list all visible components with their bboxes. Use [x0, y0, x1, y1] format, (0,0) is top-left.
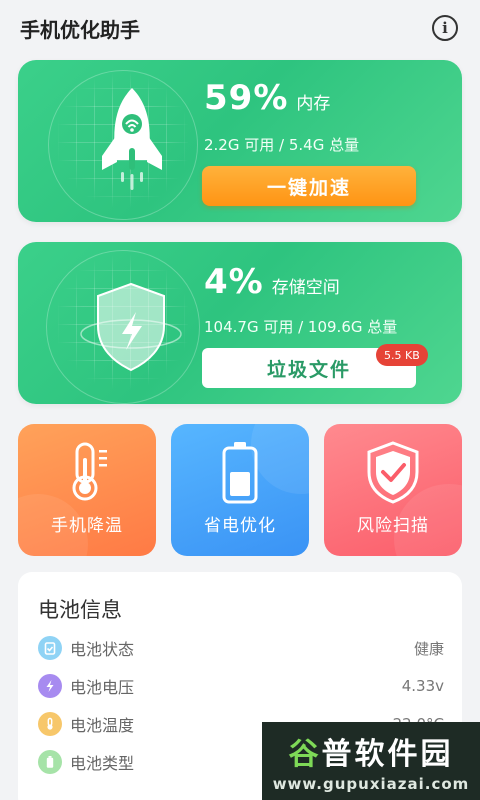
- junk-size-badge: 5.5 KB: [376, 344, 428, 366]
- tile-phone-cooling[interactable]: 手机降温: [18, 424, 156, 556]
- storage-percent: 4%: [204, 262, 264, 302]
- tile-label: 省电优化: [204, 516, 276, 536]
- memory-card[interactable]: 59% 内存 2.2G 可用 / 5.4G 总量 一键加速: [18, 60, 462, 222]
- watermark-logo: 谷普软件园 www.gupuxiazai.com: [262, 722, 480, 800]
- battery-row-value: 健康: [413, 639, 444, 658]
- info-icon-glyph: i: [442, 19, 448, 37]
- app-title: 手机优化助手: [20, 17, 140, 42]
- storage-percent-row: 4% 存储空间: [204, 262, 340, 302]
- watermark-url: www.gupuxiazai.com: [272, 775, 470, 793]
- watermark-brand-first: 谷: [288, 737, 322, 772]
- watermark-brand: 谷普软件园: [289, 729, 454, 773]
- storage-usage: 104.7G 可用 / 109.6G 总量: [204, 318, 398, 336]
- battery-small-icon: [38, 750, 62, 774]
- boost-button[interactable]: 一键加速: [202, 166, 416, 206]
- tile-risk-scan[interactable]: 风险扫描: [324, 424, 462, 556]
- shield-check-icon: [367, 441, 419, 504]
- battery-info-title: 电池信息: [38, 598, 122, 622]
- storage-label: 存储空间: [271, 278, 340, 298]
- thermo-icon: [38, 712, 62, 736]
- watermark-brand-rest: 普软件园: [321, 737, 454, 772]
- shield-bolt-icon: [80, 282, 182, 372]
- clipboard-icon: [38, 636, 62, 660]
- storage-card[interactable]: 4% 存储空间 104.7G 可用 / 109.6G 总量 垃圾文件 5.5 K…: [18, 242, 462, 404]
- memory-percent-row: 59% 内存: [204, 78, 330, 118]
- memory-usage: 2.2G 可用 / 5.4G 总量: [204, 136, 360, 154]
- battery-row-label: 电池状态: [70, 640, 135, 659]
- battery-row-label: 电池电压: [70, 678, 135, 697]
- info-icon[interactable]: i: [432, 15, 458, 41]
- battery-row-voltage: 电池电压 4.33v: [38, 672, 444, 700]
- memory-label: 内存: [296, 94, 331, 114]
- rocket-icon: [102, 88, 162, 190]
- tile-power-saving[interactable]: 省电优化: [171, 424, 309, 556]
- thermometer-icon: [72, 442, 107, 501]
- tile-label: 手机降温: [51, 516, 123, 536]
- tile-label: 风险扫描: [357, 516, 429, 536]
- battery-row-status: 电池状态 健康: [38, 634, 444, 662]
- battery-row-value: 4.33v: [401, 677, 444, 695]
- bolt-icon: [38, 674, 62, 698]
- battery-icon: [222, 442, 258, 504]
- app-header: 手机优化助手 i: [0, 0, 480, 56]
- memory-percent: 59%: [204, 78, 289, 118]
